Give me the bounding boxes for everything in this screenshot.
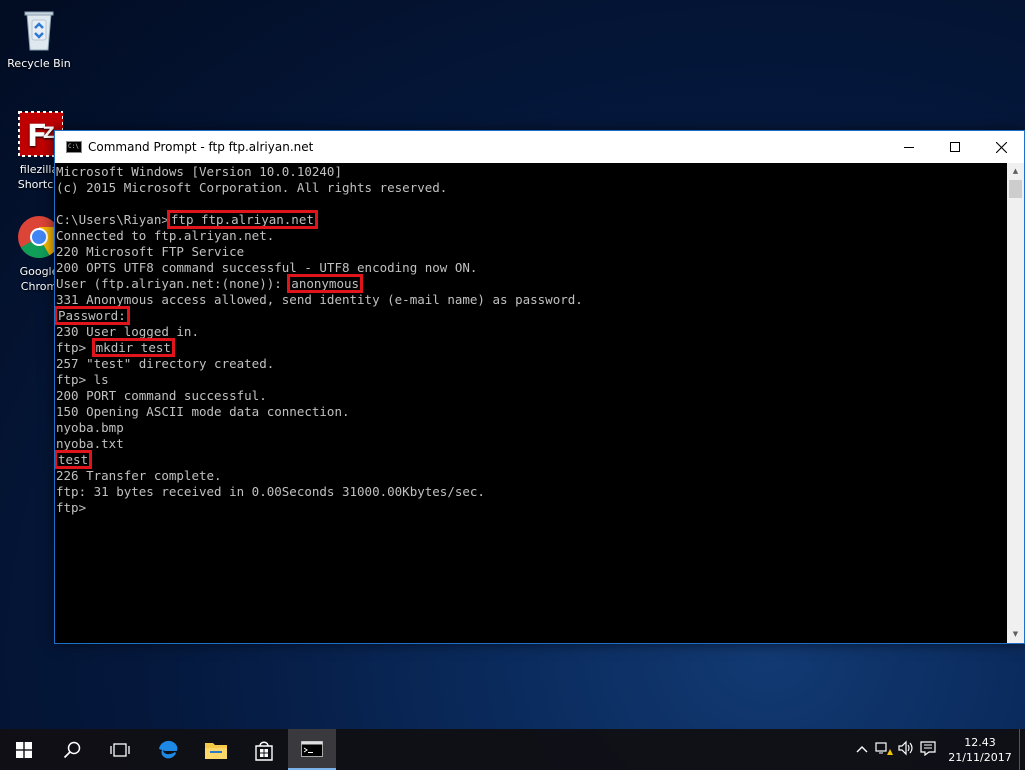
show-desktop-button[interactable] — [1019, 729, 1025, 770]
console-text: ftp> ls — [56, 372, 109, 387]
console-line: ftp> — [56, 500, 1007, 516]
console-line: Password: — [55, 306, 1007, 325]
maximize-button[interactable] — [932, 131, 978, 163]
store-icon — [255, 741, 273, 761]
console-line: Microsoft Windows [Version 10.0.10240] — [56, 164, 1007, 180]
console-line: ftp: 31 bytes received in 0.00Seconds 31… — [56, 484, 1007, 500]
console-text: 200 OPTS UTF8 command successful - UTF8 … — [56, 260, 478, 275]
task-view-button[interactable] — [96, 729, 144, 770]
edge-taskbar-button[interactable] — [144, 729, 192, 770]
console-text: 257 "test" directory created. — [56, 356, 275, 371]
console-text: 331 Anonymous access allowed, send ident… — [56, 292, 583, 307]
clock-time: 12.43 — [964, 735, 996, 749]
console-text: Microsoft Windows [Version 10.0.10240] — [56, 164, 342, 179]
start-button[interactable] — [0, 729, 48, 770]
window-title: Command Prompt - ftp ftp.alriyan.net — [88, 140, 314, 154]
console-line: 226 Transfer complete. — [56, 468, 1007, 484]
console-line: nyoba.bmp — [56, 420, 1007, 436]
console-text: (c) 2015 Microsoft Corporation. All righ… — [56, 180, 448, 195]
console-text: ftp> — [56, 500, 87, 515]
start-icon — [16, 741, 32, 758]
console-line: 150 Opening ASCII mode data connection. — [56, 404, 1007, 420]
console-text: 150 Opening ASCII mode data connection. — [56, 404, 350, 419]
highlighted-command: mkdir test — [91, 338, 175, 357]
close-icon — [995, 141, 1007, 153]
console-line: 230 User logged in. — [56, 324, 1007, 340]
console-line: 257 "test" directory created. — [56, 356, 1007, 372]
search-icon — [63, 741, 81, 758]
command-prompt-taskbar-button[interactable] — [288, 729, 336, 770]
console-line: 331 Anonymous access allowed, send ident… — [56, 292, 1007, 308]
console-text: 226 Transfer complete. — [56, 468, 222, 483]
command-prompt-window[interactable]: C:\ Command Prompt - ftp ftp.alriyan.net… — [54, 130, 1025, 644]
scroll-thumb[interactable] — [1009, 180, 1022, 198]
svg-text:Z: Z — [43, 123, 55, 142]
console-line: 220 Microsoft FTP Service — [56, 244, 1007, 260]
search-button[interactable] — [48, 729, 96, 770]
edge-icon — [159, 740, 178, 758]
store-button[interactable] — [240, 729, 288, 770]
minimize-icon — [904, 146, 914, 148]
console-line: test — [55, 450, 1007, 469]
console-prompt-text: User (ftp.alriyan.net:(none)): — [56, 276, 290, 291]
console-text: nyoba.bmp — [56, 420, 124, 435]
action-center-icon[interactable] — [917, 740, 939, 760]
console-line: 200 OPTS UTF8 command successful - UTF8 … — [56, 260, 1007, 276]
highlighted-command: test — [55, 450, 93, 469]
chevron-up-icon[interactable] — [851, 742, 873, 757]
console-line: User (ftp.alriyan.net:(none)): anonymous — [56, 274, 1007, 293]
clock-date: 21/11/2017 — [948, 750, 1012, 764]
console-text: 200 PORT command successful. — [56, 388, 267, 403]
console-prompt-text: ftp> — [56, 340, 94, 355]
command-prompt-icon — [301, 740, 323, 757]
file-explorer-icon — [205, 742, 227, 759]
network-warning-icon[interactable] — [873, 740, 895, 760]
highlighted-command: Password: — [55, 306, 130, 325]
maximize-icon — [950, 142, 960, 152]
recycle-bin-shortcut[interactable]: Recycle Bin — [0, 6, 78, 71]
console-line: Connected to ftp.alriyan.net. — [56, 228, 1007, 244]
command-prompt-icon: C:\ — [66, 141, 82, 153]
taskbar: 12.43 21/11/2017 — [0, 729, 1025, 770]
title-bar[interactable]: C:\ Command Prompt - ftp ftp.alriyan.net — [55, 131, 1024, 163]
console-output[interactable]: Microsoft Windows [Version 10.0.10240] (c… — [55, 163, 1007, 643]
console-text: nyoba.txt — [56, 436, 124, 451]
vertical-scrollbar[interactable]: ▲ ▼ — [1007, 163, 1024, 643]
console-text: 220 Microsoft FTP Service — [56, 244, 245, 259]
recycle-bin-icon — [24, 11, 54, 51]
console-line: (c) 2015 Microsoft Corporation. All righ… — [56, 180, 1007, 196]
console-line: ftp> mkdir test — [56, 338, 1007, 357]
highlighted-command: ftp ftp.alriyan.net — [166, 210, 318, 229]
file-explorer-button[interactable] — [192, 729, 240, 770]
clock[interactable]: 12.43 21/11/2017 — [945, 735, 1015, 765]
task-view-icon — [110, 742, 130, 757]
console-line: nyoba.txt — [56, 436, 1007, 452]
console-text: Connected to ftp.alriyan.net. — [56, 228, 275, 243]
console-prompt-text: C:\Users\Riyan> — [56, 212, 169, 227]
highlighted-command: anonymous — [287, 274, 364, 293]
volume-icon[interactable] — [895, 740, 917, 760]
console-line: ftp> ls — [56, 372, 1007, 388]
console-line: C:\Users\Riyan> ftp ftp.alriyan.net — [56, 210, 1007, 229]
close-button[interactable] — [978, 131, 1024, 163]
scroll-down-icon[interactable]: ▼ — [1007, 626, 1024, 643]
console-line: 200 PORT command successful. — [56, 388, 1007, 404]
icon-label: Recycle Bin — [7, 57, 71, 70]
system-tray: 12.43 21/11/2017 — [851, 729, 1025, 770]
minimize-button[interactable] — [886, 131, 932, 163]
console-text: ftp: 31 bytes received in 0.00Seconds 31… — [56, 484, 485, 499]
scroll-up-icon[interactable]: ▲ — [1007, 163, 1024, 180]
console-text: 230 User logged in. — [56, 324, 199, 339]
